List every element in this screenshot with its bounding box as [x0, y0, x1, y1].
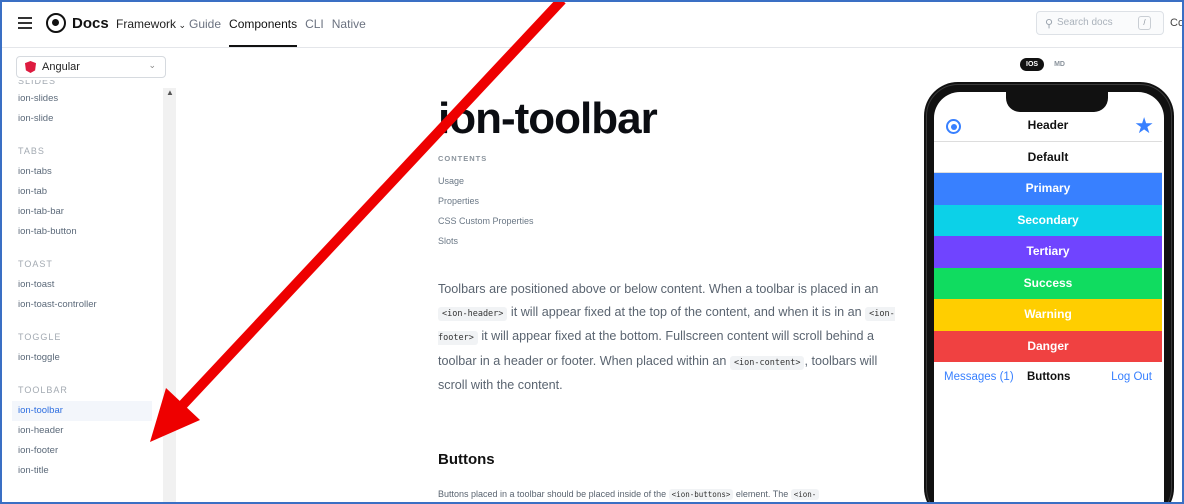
toolbar-primary: Primary	[934, 173, 1162, 205]
framework-select-value: Angular	[42, 61, 80, 73]
search-placeholder: Search docs	[1057, 17, 1113, 28]
logout-button[interactable]: Log Out	[1111, 362, 1152, 393]
sidebar-item-ion-title[interactable]: ion-title	[18, 461, 163, 481]
device-notch	[1006, 92, 1108, 112]
header-title: Header	[1027, 118, 1069, 132]
toolbar-tertiary: Tertiary	[934, 236, 1162, 268]
toolbar-default: Default	[934, 142, 1162, 173]
sidebar-section-toast: TOAST	[18, 259, 53, 269]
code-ion-buttons: <ion-buttons>	[668, 489, 734, 500]
sidebar: Angular ⌄ ▲ SLIDES ion-slides ion-slide …	[0, 48, 176, 504]
toolbar-success: Success	[934, 267, 1162, 299]
toc-slots[interactable]: Slots	[438, 236, 534, 256]
chevron-down-icon: ⌄	[176, 20, 187, 30]
toolbar-header: Header ★	[934, 110, 1162, 142]
sidebar-item-ion-header[interactable]: ion-header	[18, 421, 163, 441]
intro-paragraph: Toolbars are positioned above or below c…	[438, 278, 898, 397]
sidebar-item-ion-slides[interactable]: ion-slides	[18, 89, 163, 109]
framework-label: Framework	[116, 17, 177, 31]
mode-ios-button[interactable]: IOS	[1020, 58, 1045, 71]
sidebar-list: SLIDES ion-slides ion-slide TABS ion-tab…	[12, 80, 163, 481]
code-ion-content: <ion-content>	[729, 355, 805, 370]
star-icon[interactable]: ★	[1134, 110, 1154, 141]
sidebar-item-ion-tab-bar[interactable]: ion-tab-bar	[18, 202, 163, 222]
search-icon: ⚲	[1045, 18, 1054, 30]
buttons-label: Buttons	[1027, 371, 1071, 383]
sidebar-section-toggle: TOGGLE	[18, 332, 62, 342]
sidebar-item-ion-tabs[interactable]: ion-tabs	[18, 162, 163, 182]
table-of-contents: Usage Properties CSS Custom Properties S…	[438, 176, 534, 256]
search-shortcut-key: /	[1138, 16, 1151, 30]
page-title: ion-toolbar	[438, 94, 658, 143]
sidebar-section-tabs: TABS	[18, 146, 45, 156]
device-preview: Header ★ Default Primary Secondary Tertiar…	[924, 82, 1174, 504]
sidebar-item-ion-footer[interactable]: ion-footer	[18, 441, 163, 461]
scroll-up-icon[interactable]: ▲	[166, 88, 174, 97]
platform-mode-toggle: IOS MD	[1020, 58, 1069, 71]
nav-native[interactable]: Native	[332, 17, 366, 47]
contents-heading: CONTENTS	[438, 154, 488, 163]
toc-properties[interactable]: Properties	[438, 196, 534, 216]
main-content: ion-toolbar CONTENTS Usage Properties CS…	[176, 48, 916, 504]
messages-button[interactable]: Messages (1)	[944, 362, 1014, 393]
intro-text-1: Toolbars are positioned above or below c…	[438, 282, 879, 296]
toolbar-warning: Warning	[934, 299, 1162, 331]
toolbar-danger: Danger	[934, 330, 1162, 362]
sidebar-item-ion-slide[interactable]: ion-slide	[18, 109, 163, 129]
buttons-paragraph: Buttons placed in a toolbar should be pl…	[438, 489, 898, 500]
nav-cli[interactable]: CLI	[305, 17, 324, 47]
buttons-text-1: Buttons placed in a toolbar should be pl…	[438, 489, 669, 499]
toc-css-custom-properties[interactable]: CSS Custom Properties	[438, 216, 534, 236]
sidebar-section-toolbar: TOOLBAR	[18, 385, 68, 395]
sidebar-section-slides: SLIDES	[18, 80, 57, 86]
sidebar-item-ion-toggle[interactable]: ion-toggle	[18, 348, 163, 368]
code-ion-truncated: <ion-	[790, 489, 820, 500]
buttons-heading: Buttons	[438, 451, 495, 468]
sidebar-item-ion-toast[interactable]: ion-toast	[18, 275, 163, 295]
sidebar-scrollbar[interactable]	[163, 88, 176, 504]
brand-text: Docs	[72, 14, 109, 32]
ionic-logo-icon	[946, 119, 961, 134]
framework-menu[interactable]: Framework ⌄	[116, 17, 186, 31]
sidebar-item-ion-toast-controller[interactable]: ion-toast-controller	[18, 295, 163, 315]
angular-icon	[25, 61, 36, 73]
top-nav: Guide Components CLI Native	[189, 17, 366, 47]
toc-usage[interactable]: Usage	[438, 176, 534, 196]
nav-components[interactable]: Components	[229, 17, 298, 47]
code-ion-header: <ion-header>	[438, 306, 508, 321]
toolbar-buttons: Messages (1) Buttons Log Out	[934, 362, 1162, 393]
intro-text-2: it will appear fixed at the top of the c…	[507, 304, 866, 319]
mode-md-button[interactable]: MD	[1050, 58, 1069, 71]
framework-select[interactable]: Angular ⌄	[16, 56, 166, 78]
search-input[interactable]: ⚲ Search docs /	[1036, 11, 1164, 35]
docs-logo[interactable]: Docs	[46, 13, 109, 33]
nav-guide[interactable]: Guide	[189, 17, 221, 47]
sidebar-item-ion-tab[interactable]: ion-tab	[18, 182, 163, 202]
sidebar-item-ion-tab-button[interactable]: ion-tab-button	[18, 222, 163, 242]
ionic-logo-icon	[46, 13, 66, 33]
sidebar-item-ion-toolbar[interactable]: ion-toolbar	[12, 401, 152, 421]
menu-icon[interactable]	[18, 17, 32, 29]
buttons-text-2: element. The	[733, 489, 791, 499]
chevron-down-icon: ⌄	[148, 60, 156, 70]
top-bar: Docs Framework ⌄ Guide Components CLI Na…	[0, 0, 1184, 48]
toolbar-secondary: Secondary	[934, 204, 1162, 236]
truncated-nav-text[interactable]: Co	[1170, 17, 1184, 29]
